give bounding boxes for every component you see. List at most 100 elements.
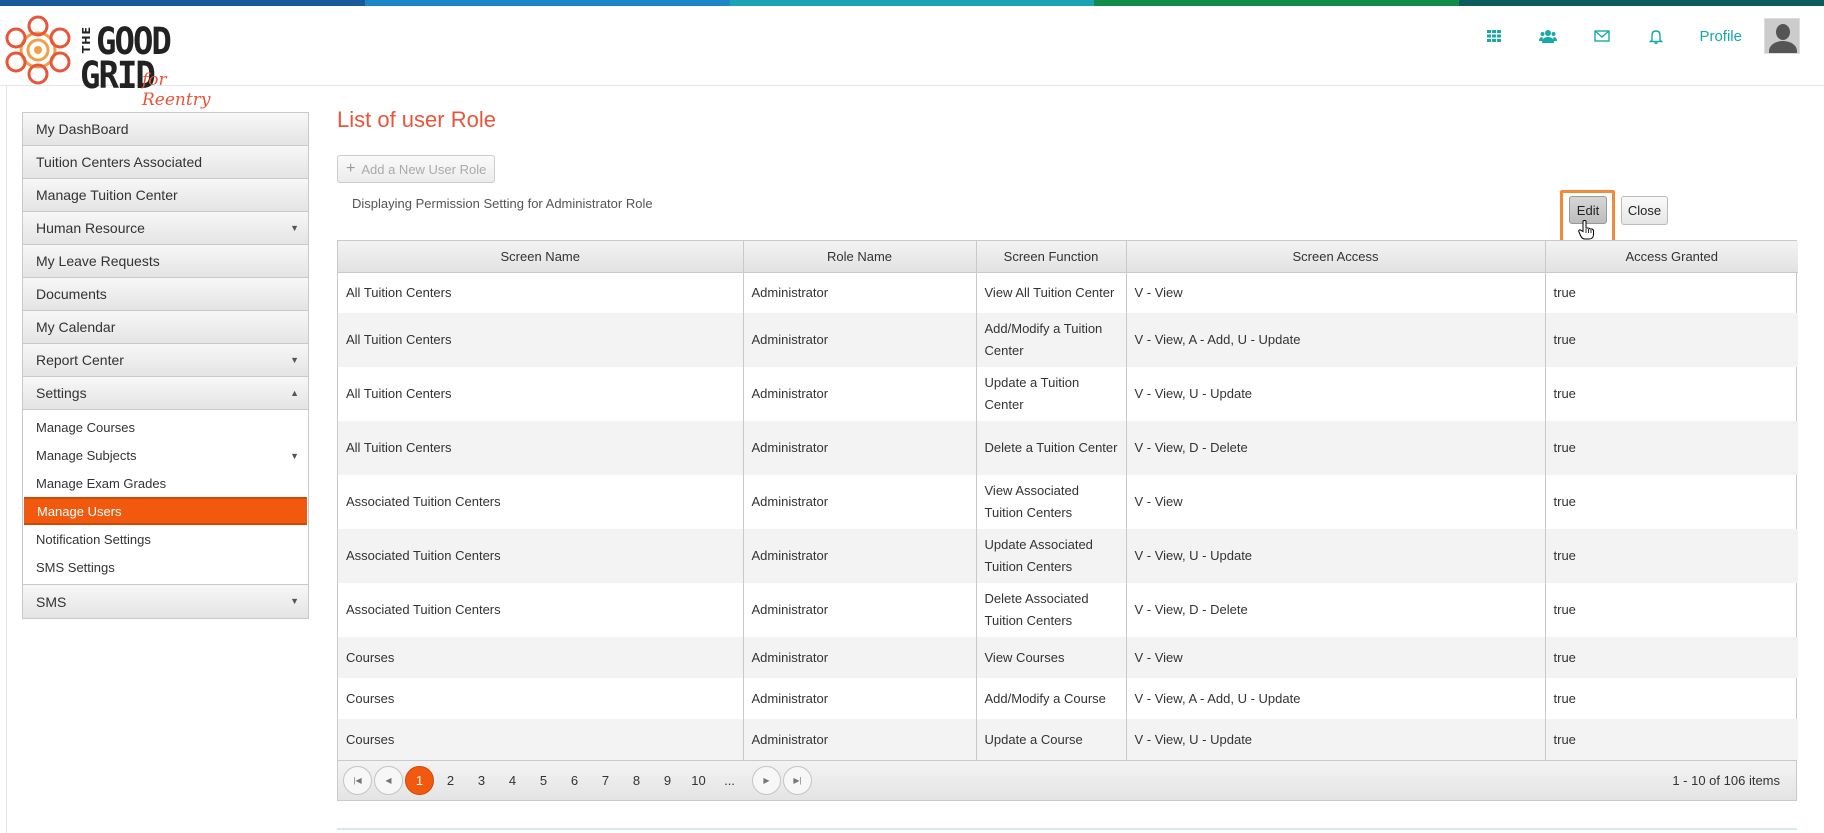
page-button[interactable]: 9 [653, 766, 682, 795]
page-title: List of user Role [337, 107, 496, 132]
table-cell: Update a Course [976, 719, 1127, 760]
avatar[interactable] [1764, 18, 1800, 54]
next-page-icon[interactable]: ▶ [752, 766, 781, 795]
table-cell: V - View, U - Update [1126, 719, 1546, 760]
page-button[interactable]: 6 [560, 766, 589, 795]
close-button[interactable]: Close [1621, 196, 1668, 225]
table-cell: true [1553, 602, 1576, 617]
table-cell: true [1545, 719, 1798, 760]
table-cell: true [1545, 637, 1798, 678]
sidebar-item-label: Tuition Centers Associated [36, 154, 203, 170]
page-button[interactable]: 5 [529, 766, 558, 795]
previous-page-icon[interactable]: ◀ [374, 766, 403, 795]
apps-grid-icon[interactable] [1467, 6, 1521, 66]
logo-the: THE [80, 26, 93, 54]
sidebar-item-label: My DashBoard [36, 121, 129, 137]
table-row[interactable]: All Tuition Centers Administrator View All… [338, 272, 1798, 313]
table-cell: View All Tuition Center [976, 272, 1127, 313]
mail-icon[interactable] [1575, 6, 1629, 66]
table-row[interactable]: Associated Tuition Centers Administrator V… [338, 475, 1798, 529]
sidebar-item-label: Report Center [36, 352, 124, 368]
sidebar-item-dashboard[interactable]: My DashBoard [23, 113, 308, 146]
settings-submenu: Manage Courses Manage Subjects ▼ Manage E… [23, 410, 308, 585]
table-cell: Courses [338, 637, 744, 678]
chevron-down-icon: ▼ [290, 596, 299, 606]
table-cell: Administrator [743, 719, 977, 760]
submenu-item-label: Manage Courses [36, 419, 135, 435]
users-icon[interactable] [1521, 6, 1575, 66]
profile-link[interactable]: Profile [1699, 28, 1742, 45]
sidebar-item-calendar[interactable]: My Calendar [23, 311, 308, 344]
table-cell: V - View, U - Update [1126, 367, 1546, 421]
sidebar-item-report-center[interactable]: Report Center ▼ [23, 344, 308, 377]
submenu-item-manage-exam-grades[interactable]: Manage Exam Grades [23, 469, 308, 497]
table-cell: Administrator [743, 475, 977, 529]
table-cell: View Associated Tuition Centers [976, 475, 1127, 529]
submenu-item-manage-courses[interactable]: Manage Courses [23, 413, 308, 441]
sidebar: My DashBoard Tuition Centers Associated … [22, 112, 309, 619]
column-header-screen-name[interactable]: Screen Name [338, 241, 744, 273]
submenu-item-label: SMS Settings [36, 559, 115, 575]
main-content: List of user Role + Add a New User Role … [337, 100, 1798, 830]
sidebar-item-label: Settings [36, 385, 87, 401]
chevron-down-icon: ▼ [290, 223, 299, 233]
section-divider [337, 828, 1797, 830]
table-cell: true [1553, 494, 1576, 509]
submenu-item-manage-users[interactable]: Manage Users [24, 497, 307, 525]
page-button[interactable]: 3 [467, 766, 496, 795]
table-cell: V - View, U - Update [1126, 529, 1546, 583]
sidebar-item-label: Manage Tuition Center [36, 187, 178, 203]
sidebar-item-tuition-centers-associated[interactable]: Tuition Centers Associated [23, 146, 308, 179]
logo-tagline: for Reentry [142, 70, 211, 110]
first-page-icon[interactable]: |◀ [343, 766, 372, 795]
column-header-role-name[interactable]: Role Name [743, 241, 977, 273]
sidebar-item-leave-requests[interactable]: My Leave Requests [23, 245, 308, 278]
table-cell: V - View, A - Add, U - Update [1126, 678, 1546, 719]
table-row[interactable]: All Tuition Centers Administrator Add/Modi… [338, 313, 1798, 367]
page-button[interactable]: 4 [498, 766, 527, 795]
page-button[interactable]: 10 [684, 766, 713, 795]
page-button[interactable]: 2 [436, 766, 465, 795]
submenu-item-sms-settings[interactable]: SMS Settings [23, 553, 308, 581]
table-row[interactable]: Courses Administrator Update a Course V - V… [338, 719, 1798, 760]
table-row[interactable]: Courses Administrator View Courses V - View… [338, 637, 1798, 678]
table-row[interactable]: Courses Administrator Add/Modify a Course V… [338, 678, 1798, 719]
table-cell: Administrator [743, 637, 977, 678]
table-cell: Delete a Tuition Center [976, 421, 1127, 475]
submenu-item-notification-settings[interactable]: Notification Settings [23, 525, 308, 553]
last-page-icon[interactable]: ▶| [783, 766, 812, 795]
page-button[interactable]: 8 [622, 766, 651, 795]
add-user-role-button[interactable]: + Add a New User Role [337, 155, 496, 183]
table-cell: V - View [1126, 475, 1546, 529]
table-cell: Administrator [743, 421, 977, 475]
sidebar-item-settings[interactable]: Settings ▲ [23, 377, 308, 410]
more-pages-button[interactable]: ... [715, 766, 744, 795]
table-cell: Administrator [743, 272, 977, 313]
table-cell: Associated Tuition Centers [338, 529, 744, 583]
top-nav: Profile [1467, 6, 1824, 66]
column-header-access-granted[interactable]: Access Granted [1545, 241, 1798, 273]
submenu-item-label: Manage Subjects [36, 447, 137, 463]
sidebar-item-human-resource[interactable]: Human Resource ▼ [23, 212, 308, 245]
page-button[interactable]: 7 [591, 766, 620, 795]
sidebar-item-manage-tuition-center[interactable]: Manage Tuition Center [23, 179, 308, 212]
submenu-item-manage-subjects[interactable]: Manage Subjects ▼ [23, 441, 308, 469]
chevron-down-icon: ▼ [290, 451, 299, 461]
column-header-screen-access[interactable]: Screen Access [1126, 241, 1546, 273]
sidebar-item-sms[interactable]: SMS ▼ [23, 585, 308, 618]
table-row[interactable]: Associated Tuition Centers Administrator U… [338, 529, 1798, 583]
table-row[interactable]: Associated Tuition Centers Administrator D… [338, 583, 1798, 637]
page-button[interactable]: 1 [405, 766, 434, 795]
sidebar-item-label: SMS [36, 593, 67, 610]
logo[interactable]: THE GOOD GRID for Reentry [4, 14, 224, 110]
table-cell: true [1545, 529, 1798, 583]
table-cell: Update a Tuition Center [976, 367, 1127, 421]
table-row[interactable]: All Tuition Centers Administrator Delete a… [338, 421, 1798, 475]
sidebar-item-documents[interactable]: Documents [23, 278, 308, 311]
table-row[interactable]: All Tuition Centers Administrator Update a… [338, 367, 1798, 421]
sidebar-item-label: My Leave Requests [36, 253, 160, 269]
bell-icon[interactable] [1629, 6, 1683, 66]
chevron-down-icon: ▼ [290, 355, 299, 365]
hand-cursor-icon [1578, 220, 1594, 240]
column-header-screen-function[interactable]: Screen Function [976, 241, 1127, 273]
